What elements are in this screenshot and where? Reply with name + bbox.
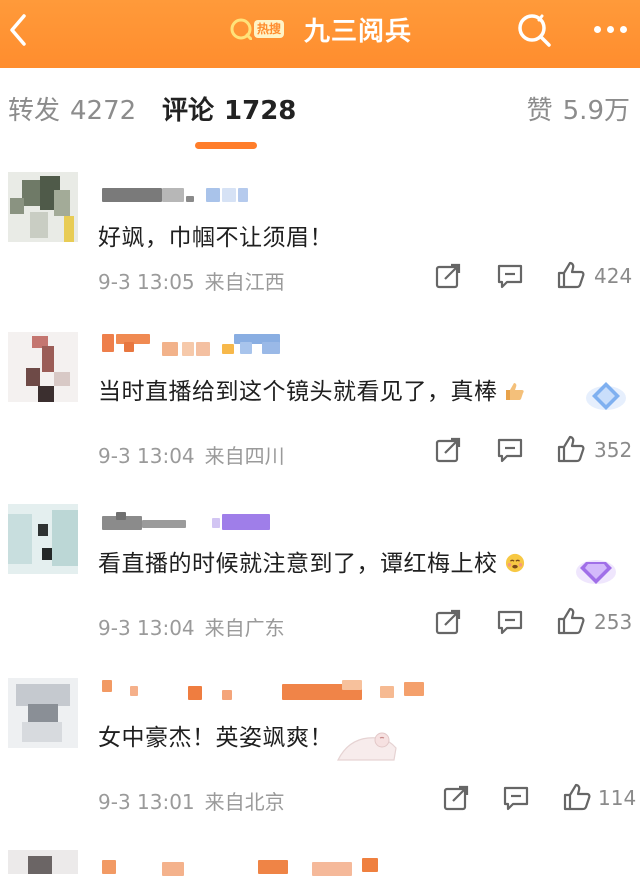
hot-search-logo: 热搜	[230, 16, 292, 42]
comment-icon	[497, 610, 523, 635]
search-button[interactable]	[512, 8, 556, 52]
comment-icon	[503, 786, 529, 811]
tab-repost-label: 转发	[8, 96, 61, 126]
like-icon	[557, 261, 585, 289]
like-icon	[557, 607, 585, 635]
hot-search-icon	[230, 18, 252, 40]
share-button[interactable]	[434, 436, 462, 466]
diamond-badge-icon	[586, 382, 626, 410]
sticker-icon	[337, 732, 397, 761]
comment-item: 女中豪杰！英姿飒爽！ 9-3 13:01 来自北京 114	[0, 668, 640, 838]
comment-time: 9-3 13:01	[98, 790, 195, 814]
tab-comment-label: 评论	[162, 96, 215, 126]
comment-time: 9-3 13:05	[98, 270, 195, 294]
comment-item: 好飒，巾帼不让须眉！ 9-3 13:05 来自江西 424	[0, 158, 640, 328]
comment-item: 当时直播给到这个镜头就看见了，真棒 9-3 13:04 来自四川 352	[0, 328, 640, 498]
like-count: 114	[598, 786, 637, 810]
comment-time: 9-3 13:04	[98, 616, 195, 640]
share-button[interactable]	[442, 784, 470, 814]
avatar[interactable]	[8, 332, 78, 402]
username[interactable]	[102, 858, 378, 876]
comment-location: 来自广东	[204, 616, 285, 640]
comment-meta: 9-3 13:04 来自四川	[98, 440, 285, 469]
comment-item: 看直播的时候就注意到了，谭红梅上校 9-3 13:04 来自广东 253	[0, 498, 640, 668]
more-icon	[594, 26, 601, 33]
share-button[interactable]	[434, 262, 462, 292]
reply-button[interactable]	[496, 262, 524, 292]
like-button[interactable]	[556, 260, 586, 290]
avatar[interactable]	[8, 504, 78, 574]
like-icon	[563, 783, 591, 811]
comment-location: 来自北京	[204, 790, 285, 814]
back-icon	[10, 14, 26, 46]
avatar[interactable]	[8, 172, 78, 242]
like-button[interactable]	[556, 606, 586, 636]
thumbs-up-emoji-icon	[505, 383, 524, 400]
tab-bar: 转发 4272 评论 1728 赞 5.9万	[0, 68, 640, 158]
username[interactable]	[102, 512, 302, 532]
tab-active-indicator	[195, 142, 257, 149]
like-button[interactable]	[556, 434, 586, 464]
tab-comment-count: 1728	[224, 96, 297, 126]
avatar[interactable]	[8, 850, 78, 874]
comment-location: 来自江西	[204, 270, 285, 294]
tab-like[interactable]: 赞 5.9万	[527, 90, 630, 127]
share-button[interactable]	[434, 608, 462, 638]
like-count: 424	[594, 264, 633, 288]
comment-icon	[497, 264, 523, 289]
share-icon	[435, 263, 461, 289]
comment-meta: 9-3 13:01 来自北京	[98, 786, 285, 815]
blushing-face-emoji-icon	[505, 553, 524, 573]
like-button[interactable]	[562, 782, 592, 812]
comment-text: 女中豪杰！英姿飒爽！	[98, 725, 333, 751]
search-icon	[518, 14, 551, 47]
reply-button[interactable]	[496, 436, 524, 466]
username[interactable]	[102, 680, 424, 700]
gem-badge-icon	[576, 560, 616, 584]
username[interactable]	[102, 186, 302, 206]
reply-button[interactable]	[496, 608, 524, 638]
username[interactable]	[102, 334, 302, 356]
share-icon	[435, 437, 461, 463]
tab-comment[interactable]: 评论 1728	[162, 90, 296, 127]
comment-location: 来自四川	[204, 444, 285, 468]
comment-icon	[497, 438, 523, 463]
more-button[interactable]	[588, 10, 632, 46]
tab-repost[interactable]: 转发 4272	[8, 90, 136, 127]
avatar[interactable]	[8, 678, 78, 748]
reply-button[interactable]	[502, 784, 530, 814]
comment-text: 好飒，巾帼不让须眉！	[98, 225, 333, 251]
comment-text: 当时直播给到这个镜头就看见了，真棒	[98, 372, 526, 406]
top-bar: 热搜 九三阅兵	[0, 0, 640, 68]
tab-like-label: 赞	[526, 96, 553, 126]
tab-repost-count: 4272	[70, 96, 137, 126]
comment-meta: 9-3 13:04 来自广东	[98, 612, 285, 641]
comment-text-body: 看直播的时候就注意到了，谭红梅上校	[98, 551, 498, 577]
hot-search-logo-text: 热搜	[254, 20, 285, 38]
comment-item	[0, 838, 640, 876]
share-icon	[443, 785, 469, 811]
comment-time: 9-3 13:04	[98, 444, 195, 468]
comment-text-body: 当时直播给到这个镜头就看见了，真棒	[98, 379, 498, 405]
like-count: 352	[594, 438, 633, 462]
comment-text: 看直播的时候就注意到了，谭红梅上校	[98, 544, 526, 578]
like-count: 253	[594, 610, 633, 634]
page-title: 九三阅兵	[304, 16, 413, 47]
comment-meta: 9-3 13:05 来自江西	[98, 266, 285, 295]
title-area: 热搜 九三阅兵	[230, 11, 412, 47]
back-button[interactable]	[0, 6, 40, 54]
tab-like-count: 5.9万	[562, 96, 630, 126]
like-icon	[557, 435, 585, 463]
share-icon	[435, 609, 461, 635]
